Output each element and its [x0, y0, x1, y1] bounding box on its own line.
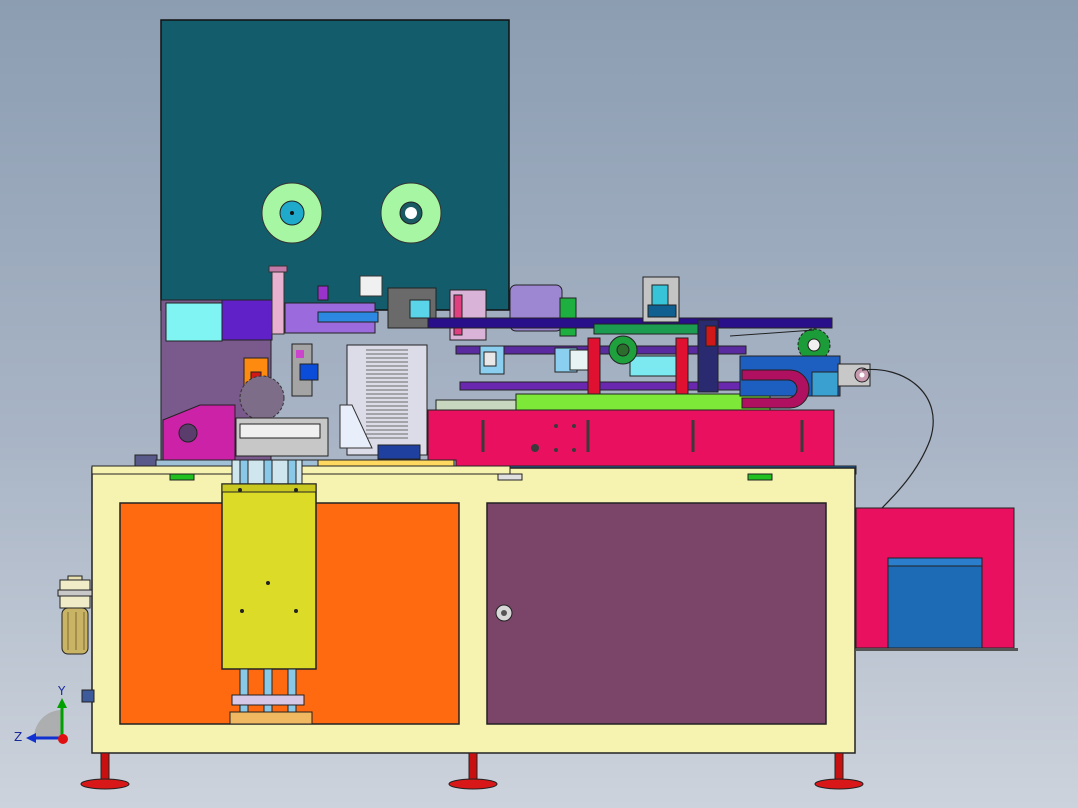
leveling-foot-left: [80, 752, 130, 790]
rail-green-bar: [515, 393, 771, 411]
pink-rod: [271, 267, 285, 335]
leveling-foot-middle: [448, 752, 498, 790]
cyan-plate: [165, 302, 223, 342]
gear-wheel: [239, 375, 285, 421]
triad-y-label: Y: [58, 684, 66, 698]
violet-block: [221, 299, 273, 341]
triad-glyph: [26, 698, 68, 744]
left-reel: [261, 182, 323, 244]
right-door: [486, 502, 827, 725]
coordinate-triad: Y Z: [14, 684, 84, 756]
pink-housing: [427, 409, 835, 467]
leveling-foot-right: [814, 752, 864, 790]
blue-cylinder: [317, 311, 379, 323]
triad-z-label: Z: [14, 730, 23, 744]
signal-cable: [861, 368, 934, 511]
cad-viewport[interactable]: Y Z: [0, 0, 1078, 808]
right-reel: [380, 182, 442, 244]
upper-teal-panel: [160, 19, 510, 311]
lift-plate: [221, 483, 317, 670]
air-filter-regulator: [57, 575, 93, 655]
side-blue-bin: [887, 557, 983, 649]
machine-assembly-drawing: [57, 19, 1018, 790]
